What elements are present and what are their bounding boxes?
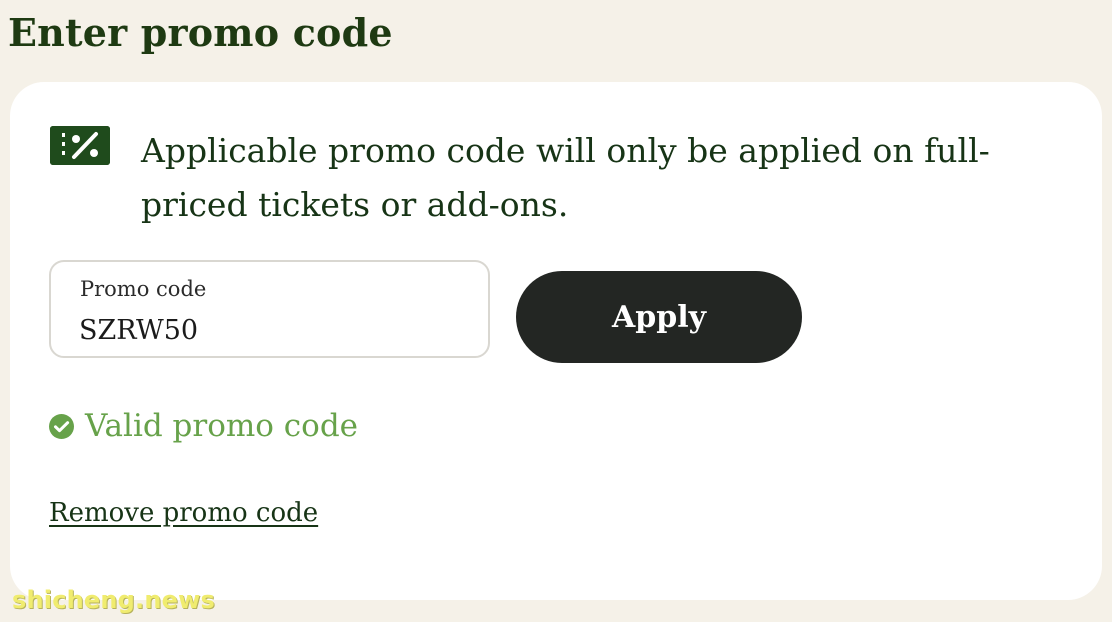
promo-code-label: Promo code: [80, 277, 207, 301]
promo-card: Applicable promo code will only be appli…: [10, 82, 1102, 600]
apply-button[interactable]: Apply: [516, 271, 802, 363]
promo-code-field[interactable]: Promo code: [49, 260, 490, 358]
valid-promo-text: Valid promo code: [85, 408, 359, 444]
promo-notice: Applicable promo code will only be appli…: [141, 131, 990, 224]
promo-status: Valid promo code: [49, 405, 358, 447]
watermark: shicheng.news: [12, 586, 215, 614]
promo-code-input[interactable]: [79, 312, 459, 348]
page-title: Enter promo code: [8, 10, 393, 55]
check-circle-icon: [49, 413, 74, 439]
promo-ticket-icon: [50, 126, 110, 165]
remove-promo-code-link[interactable]: Remove promo code: [49, 498, 318, 528]
